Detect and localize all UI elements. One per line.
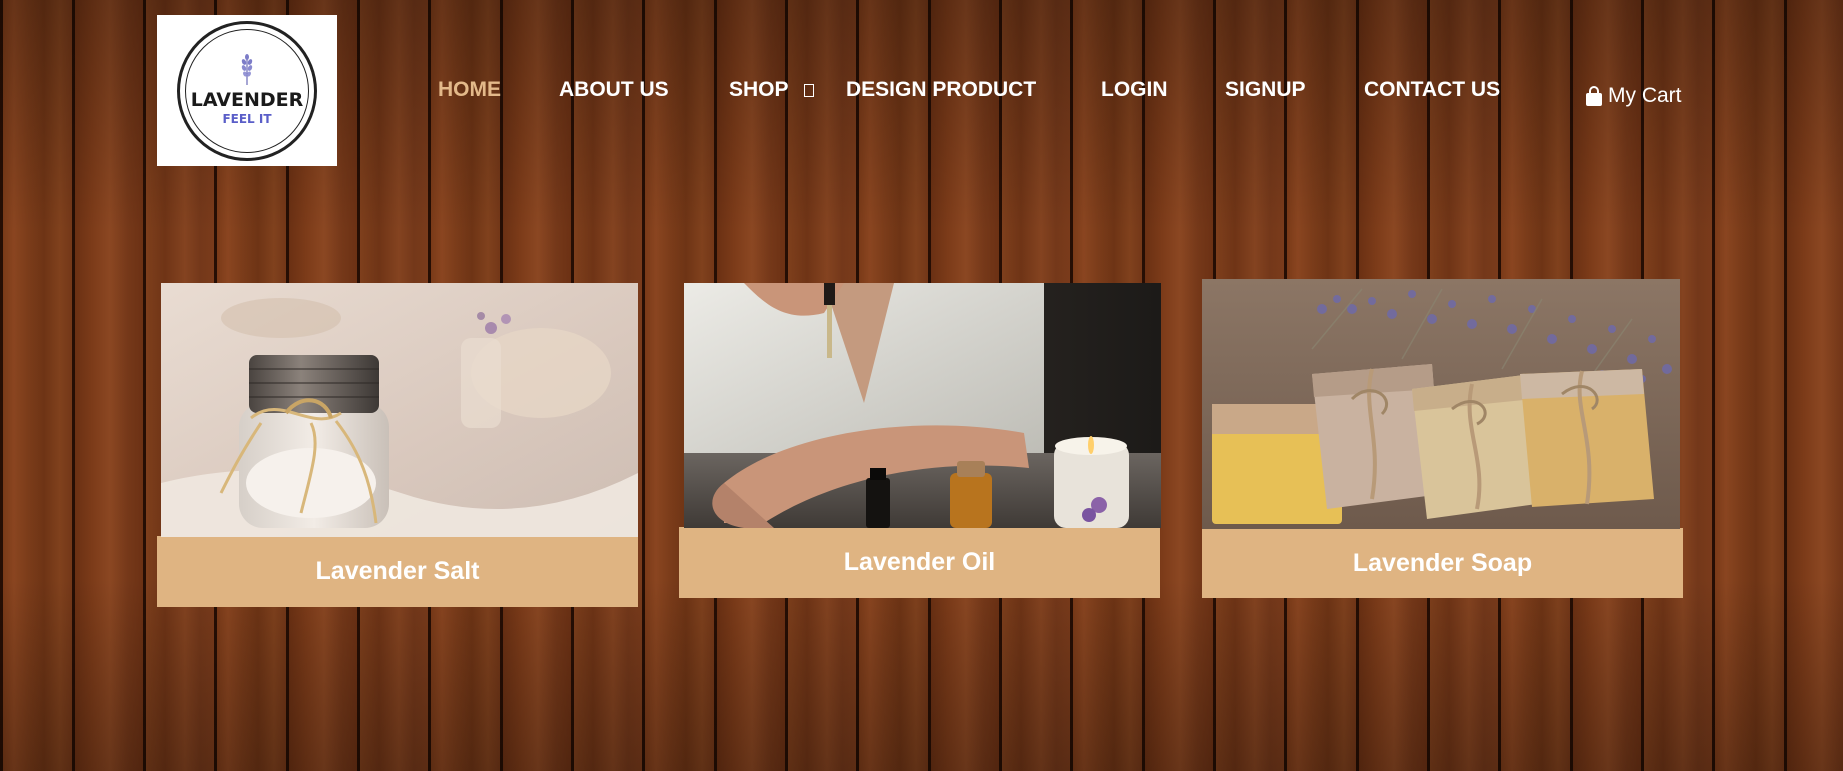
product-title: Lavender Salt — [315, 557, 480, 585]
product-image-lavender-salt[interactable] — [161, 283, 638, 537]
soap-bars-image — [1202, 279, 1680, 529]
product-card-lavender-salt-caption[interactable]: Lavender Salt — [157, 536, 638, 607]
nav-design-product[interactable]: DESIGN PRODUCT — [846, 78, 1036, 102]
product-image-lavender-soap[interactable] — [1202, 279, 1680, 529]
product-title: Lavender Soap — [1352, 549, 1533, 577]
shop-dropdown-icon[interactable] — [804, 84, 814, 97]
product-image-lavender-oil[interactable] — [684, 283, 1161, 528]
nav-shop[interactable]: SHOP — [729, 78, 789, 102]
nav-about-us[interactable]: ABOUT US — [559, 78, 669, 102]
nav-home[interactable]: HOME — [438, 78, 501, 102]
logo-ring: LAVENDER FEEL IT — [177, 20, 317, 161]
cart-link[interactable]: My Cart — [1585, 84, 1682, 108]
nav-contact-us[interactable]: CONTACT US — [1364, 78, 1500, 102]
nav-login[interactable]: LOGIN — [1101, 78, 1168, 102]
logo-tagline: FEEL IT — [222, 112, 272, 126]
product-title: Lavender Oil — [843, 548, 996, 576]
oil-bottle-image — [684, 283, 1161, 528]
logo-inner: LAVENDER FEEL IT — [185, 28, 309, 153]
salt-jar-image — [161, 283, 638, 537]
site-logo[interactable]: LAVENDER FEEL IT — [157, 15, 337, 166]
lavender-sprig-icon — [241, 54, 253, 85]
logo-wordmark: LAVENDER — [190, 89, 304, 111]
shopping-bag-icon — [1586, 85, 1602, 106]
product-card-lavender-soap-caption[interactable]: Lavender Soap — [1202, 528, 1683, 598]
page: LAVENDER FEEL IT HOME ABOUT US SHOP DESI… — [0, 0, 1843, 771]
nav-signup[interactable]: SIGNUP — [1225, 78, 1306, 102]
product-card-lavender-oil-caption[interactable]: Lavender Oil — [679, 527, 1160, 598]
cart-label: My Cart — [1608, 84, 1682, 107]
